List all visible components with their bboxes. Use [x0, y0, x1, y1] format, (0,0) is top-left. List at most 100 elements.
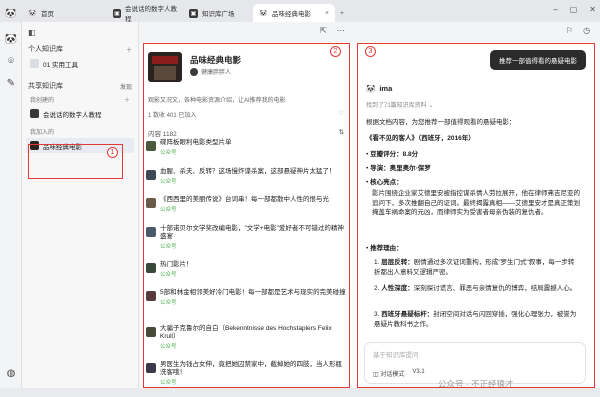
kb-title: 品味经典电影: [190, 55, 242, 65]
chat-mode-toggle[interactable]: ◫ 对话模式: [373, 369, 404, 378]
answer-core-label: • 核心亮点：: [366, 179, 403, 186]
annotation-3: 3: [365, 46, 376, 57]
list-item[interactable]: 男医生为钱占女伸，竟把她囚禁家中，截掉她的四肢，当人形瓶洗客哦！ 公众号: [146, 361, 346, 397]
share-icon[interactable]: ⇱: [320, 26, 327, 35]
minimize-icon[interactable]: –: [553, 5, 557, 14]
created-group[interactable]: 我创建的 ＋: [22, 93, 138, 106]
annotation-1: 1: [107, 147, 118, 158]
sort-icon[interactable]: ⇅: [339, 128, 344, 138]
answer-core-text: 影片围绕企业家艾德里安被指控谋杀情人劳拉展开，他在律师弗吉尼亚的追问下，多次推翻…: [372, 190, 580, 216]
chevron-down-icon: ⌄: [428, 103, 434, 109]
sidebar: ◧ 个人知识库 ＋ 01 实用工具 共享知识库 发现 我创建的 ＋ 会说话的数字…: [22, 22, 139, 388]
sources-found[interactable]: 找到了71篇知识库资料 ⌄: [366, 100, 433, 109]
reason-item: 1. 层层反转：剧情通过多次证词重构，形成"罗生门式"叙事，每一步转折都出人意料…: [374, 259, 575, 276]
doc-icon: ▣: [113, 8, 121, 18]
more-icon[interactable]: ⋯: [337, 26, 345, 35]
list-item[interactable]: 5部和林金相邻美好冷门电影！每一部都是艺术与现实的完美碰撞 公众号: [146, 289, 346, 325]
like-icon[interactable]: ♡: [339, 110, 344, 119]
joined-group[interactable]: 我加入的: [22, 125, 138, 138]
kb-icon: [30, 141, 39, 150]
watermark: 公众号 · 不正经猿才: [438, 379, 514, 389]
answer-intro: 根据文档内容，为您推荐一部值得观看的悬疑电影：: [366, 119, 516, 126]
thumbnail: [146, 327, 156, 337]
tab-label: 品味经典电影: [272, 11, 311, 18]
source-badge: 公众号: [160, 178, 177, 185]
shared-kb-heading[interactable]: 共享知识库 发现: [22, 79, 138, 93]
add-icon[interactable]: ＋: [126, 45, 132, 54]
ai-header: 🐼 ima: [366, 84, 393, 93]
reason-item: 3. 西班牙悬疑标杆：封闭空间对话与闪回穿插，强化心理张力，被誉为悬疑片教科书之…: [374, 311, 577, 328]
tab-movie[interactable]: 🐼 品味经典电影 ×: [253, 4, 335, 22]
app-logo: 🐼: [5, 7, 17, 18]
left-rail: 🐼 ⌾ ✎ ◍: [0, 22, 22, 388]
answer-reason-label: • 推荐理由：: [366, 245, 403, 252]
list-item[interactable]: 十部诺贝尔文学奖改编电影，"文学+电影"爱好者不可错过的精神盛宴 公众号: [146, 225, 346, 261]
discover-link[interactable]: 发现: [120, 82, 132, 91]
tab-tutorial[interactable]: ▣ 会说话的数字人教程: [107, 4, 183, 23]
close-window-icon[interactable]: ✕: [589, 5, 596, 14]
edit-icon[interactable]: ✎: [0, 72, 22, 94]
content-list: 碟阵板眼利电影类型片单 公众号 血腥、杀夫、反转？这场慢炸谍杀案，这部悬疑神片太猛…: [146, 139, 346, 397]
source-badge: 公众号: [160, 207, 177, 213]
list-item[interactable]: 血腥、杀夫、反转？这场慢炸谍杀案，这部悬疑神片太猛了！ 公众号: [146, 168, 346, 197]
personal-kb-heading[interactable]: 个人知识库 ＋: [22, 42, 138, 56]
right-toolbar: ⚐ ◷: [566, 26, 590, 35]
tab-label: 会说话的数字人教程: [125, 6, 177, 23]
new-tab-button[interactable]: +: [335, 4, 349, 22]
tab-bar: 🐼 🐼 首页 ▣ 会说话的数字人教程 ▣ 知识库广场 🐼 品味经典电影 × +: [0, 0, 600, 23]
tab-home[interactable]: 🐼 首页: [22, 4, 107, 22]
source-badge: 公众号: [160, 300, 177, 306]
kb-icon: [30, 109, 39, 118]
panda-icon: 🐼: [259, 10, 268, 17]
kb-cover-image: [148, 52, 182, 82]
list-item[interactable]: 《西西里的美丽传说》台词串！每一部都散中人性的恨与光 公众号: [146, 196, 346, 225]
avatar: [190, 67, 198, 76]
sidebar-item-tools[interactable]: 01 实用工具: [22, 56, 138, 71]
thumbnail: [146, 198, 156, 208]
panda-icon: 🐼: [28, 10, 37, 17]
thumbnail: [146, 169, 156, 180]
folder-icon: [30, 59, 39, 68]
answer-movie: 《看不见的客人》（西班牙，2016年）: [366, 135, 475, 142]
sidebar-item-tutorial[interactable]: 会说话的数字人教程: [22, 106, 138, 121]
list-item[interactable]: 大骗子克鲁尔的自白（Bekenntnisse des Hochstaplers …: [146, 325, 346, 361]
panda-icon: 🐼: [366, 84, 376, 93]
maximize-icon[interactable]: ▢: [570, 5, 578, 14]
thumbnail: [146, 363, 156, 373]
chat-panel: 推荐一部值得看的悬疑电影 🐼 ima 找到了71篇知识库资料 ⌄ 根据文档内容，…: [350, 42, 600, 389]
tab-label: 首页: [41, 11, 54, 18]
reason-item: 2. 人性深度：深刻探讨谎言、罪恶与亲情复仇的博弈，结局震撼人心。: [374, 285, 577, 292]
add-icon[interactable]: ＋: [124, 95, 130, 104]
model-version[interactable]: V3.1: [412, 369, 424, 378]
source-badge: 公众号: [160, 150, 177, 156]
history-icon[interactable]: ◷: [583, 26, 590, 35]
kb-description: 观影又况文，各种电影资源介绍，让AI推荐我的电影: [148, 98, 286, 104]
kb-owner: 健康胖胖人: [190, 67, 231, 76]
bookmark-icon[interactable]: ⚐: [566, 26, 573, 35]
thumbnail: [146, 262, 156, 273]
source-badge: 公众号: [160, 380, 177, 386]
sidebar-toggle-icon[interactable]: ◧: [22, 22, 138, 42]
source-badge: 公众号: [160, 271, 177, 278]
thumbnail: [146, 226, 156, 237]
answer-director: • 导演：奥里奥尔·保罗: [366, 165, 431, 172]
location-icon[interactable]: ⌾: [0, 50, 22, 72]
close-icon[interactable]: ×: [317, 10, 329, 17]
user-icon[interactable]: ◍: [0, 362, 22, 384]
kb-stats: 1 数收 401 已加入 ♡: [148, 110, 344, 119]
avatar[interactable]: 🐼: [0, 28, 22, 50]
doc-icon: ▣: [189, 8, 198, 18]
tab-square[interactable]: ▣ 知识库广场: [183, 4, 253, 22]
window-controls: – ▢ ✕: [553, 5, 596, 14]
list-item[interactable]: 热门影片！ 公众号: [146, 261, 346, 290]
source-badge: 公众号: [160, 243, 177, 250]
list-item[interactable]: 碟阵板眼利电影类型片单 公众号: [146, 139, 346, 168]
mid-toolbar: ⇱ ⋯: [320, 26, 345, 35]
thumbnail: [146, 291, 156, 301]
tab-label: 知识库广场: [202, 11, 235, 18]
content-count: 内容 1182 ⇅: [148, 128, 344, 138]
source-badge: 公众号: [160, 344, 177, 350]
thumbnail: [146, 141, 156, 151]
answer-rating: • 豆瓣评分：8.8分: [366, 151, 419, 158]
kb-detail-panel: 品味经典电影 健康胖胖人 观影又况文，各种电影资源介绍，让AI推荐我的电影 1 …: [140, 42, 349, 388]
